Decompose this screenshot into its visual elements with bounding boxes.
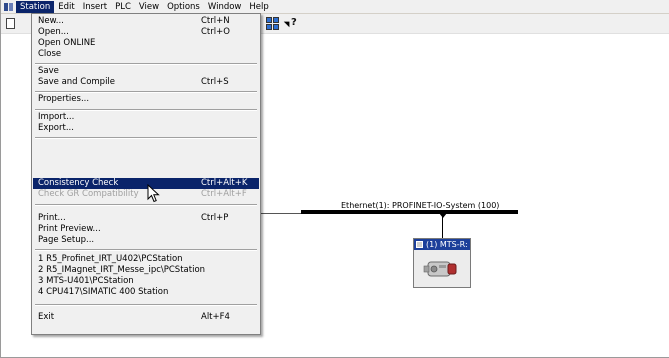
- app-icon[interactable]: [4, 2, 14, 12]
- device-connection-line: [442, 214, 443, 238]
- menu-item-properties[interactable]: Properties...: [33, 94, 259, 105]
- menu-item-close[interactable]: Close: [33, 49, 259, 60]
- menu-plc[interactable]: PLC: [111, 1, 135, 13]
- menu-item-recent-3[interactable]: 3 MTS-U401\PCStation: [33, 276, 259, 287]
- menu-separator: [35, 304, 257, 306]
- help-pointer-icon[interactable]: ?: [283, 17, 299, 30]
- menu-separator: [35, 109, 257, 111]
- station-menu-dropdown: New... Ctrl+N Open... Ctrl+O Open ONLINE C…: [31, 13, 261, 335]
- menu-item-print[interactable]: Print... Ctrl+P: [33, 213, 259, 224]
- menu-separator: [35, 204, 257, 206]
- menu-item-recent-2[interactable]: 2 R5_IMagnet_IRT_Messe_ipc\PCStation: [33, 265, 259, 276]
- menu-separator: [35, 91, 257, 93]
- menu-insert[interactable]: Insert: [79, 1, 111, 13]
- new-icon[interactable]: [6, 18, 15, 29]
- menu-separator: [35, 249, 257, 251]
- mouse-pointer-icon: [147, 184, 160, 203]
- menu-item-import[interactable]: Import...: [33, 112, 259, 123]
- menu-item-save-and-compile[interactable]: Save and Compile Ctrl+S: [33, 77, 259, 88]
- network-view-icon[interactable]: [266, 17, 280, 30]
- menu-item-save[interactable]: Save: [33, 66, 259, 77]
- menu-view[interactable]: View: [135, 1, 163, 13]
- menu-item-check-gr-compatibility: Check GR Compatibility Ctrl+Alt+F: [38, 189, 247, 199]
- menu-separator: [35, 63, 257, 65]
- connection-line: [261, 213, 301, 214]
- device-label: (1) MTS-R:: [426, 240, 468, 249]
- io-device-node[interactable]: (1) MTS-R:: [413, 238, 471, 288]
- menu-options[interactable]: Options: [163, 1, 204, 13]
- menu-item-consistency-check[interactable]: Consistency Check Ctrl+Alt+K: [33, 178, 259, 189]
- menu-item-recent-4[interactable]: 4 CPU417\SIMATIC 400 Station: [33, 287, 259, 298]
- station-window: Station Edit Insert PLC View Options Win…: [0, 0, 669, 358]
- menu-item-export[interactable]: Export...: [33, 123, 259, 134]
- menu-separator: [35, 137, 257, 139]
- menu-item-exit[interactable]: Exit Alt+F4: [33, 312, 259, 323]
- bus-label: Ethernet(1): PROFINET-IO-System (100): [341, 201, 500, 210]
- bus-connector-arrow: [439, 213, 447, 218]
- menu-station[interactable]: Station: [16, 0, 55, 13]
- device-header: (1) MTS-R:: [414, 239, 470, 250]
- menu-edit[interactable]: Edit: [54, 1, 78, 13]
- menu-item-recent-1[interactable]: 1 R5_Profinet_IRT_U402\PCStation: [33, 254, 259, 265]
- menu-item-new[interactable]: New... Ctrl+N: [33, 16, 259, 27]
- menu-bar: Station Edit Insert PLC View Options Win…: [1, 0, 669, 14]
- menu-window[interactable]: Window: [204, 1, 246, 13]
- device-type-icon: [416, 241, 423, 248]
- menu-item-page-setup[interactable]: Page Setup...: [33, 235, 259, 246]
- profinet-bus[interactable]: [301, 210, 518, 214]
- sensor-device-icon: [423, 261, 457, 277]
- menu-help[interactable]: Help: [245, 1, 272, 13]
- menu-item-print-preview[interactable]: Print Preview...: [33, 224, 259, 235]
- menu-item-open-online[interactable]: Open ONLINE: [33, 38, 259, 49]
- menu-item-open[interactable]: Open... Ctrl+O: [33, 27, 259, 38]
